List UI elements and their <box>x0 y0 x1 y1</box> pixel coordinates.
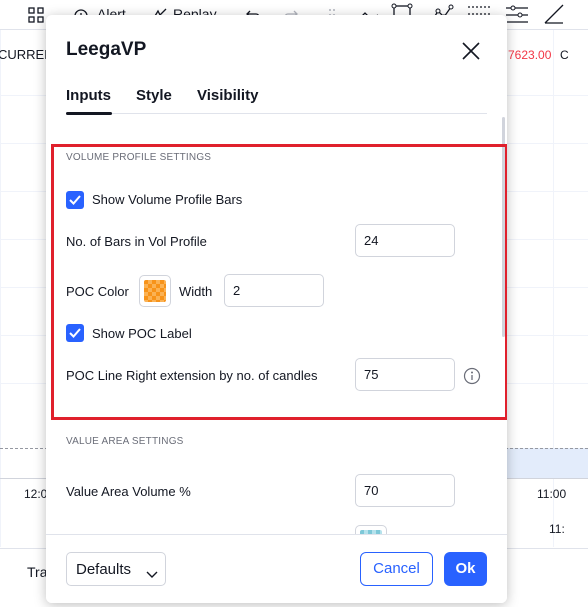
price-label: 7623.00 <box>508 48 552 62</box>
defaults-label: Defaults <box>76 561 132 578</box>
price-label-right: C <box>560 48 569 62</box>
time-axis-label: 12:0 <box>24 487 48 501</box>
cancel-button[interactable]: Cancel <box>360 552 433 586</box>
tab-visibility[interactable]: Visibility <box>197 87 258 104</box>
bottom-tab[interactable]: Tra <box>27 564 47 580</box>
defaults-dropdown[interactable]: Defaults <box>66 552 166 586</box>
value-area-volume-label: Value Area Volume % <box>66 484 191 499</box>
section-title-value-area: VALUE AREA SETTINGS <box>66 436 184 447</box>
chevron-down-icon <box>146 566 158 584</box>
ok-button[interactable]: Ok <box>444 552 487 586</box>
tab-inputs[interactable]: Inputs <box>66 87 111 104</box>
highlight-box <box>51 144 507 420</box>
tab-divider <box>66 113 487 114</box>
active-tab-indicator <box>66 112 112 115</box>
dialog-title: LeegaVP <box>66 39 147 60</box>
value-area-volume-input[interactable] <box>355 474 455 507</box>
time-axis-label: 11: <box>549 522 565 536</box>
measure-tool-icon[interactable] <box>543 3 567 25</box>
chart-volume-area <box>507 448 588 478</box>
close-icon[interactable] <box>459 39 483 63</box>
settings-lines-tool-icon[interactable] <box>505 4 529 26</box>
tab-style[interactable]: Style <box>136 87 172 104</box>
indicator-settings-dialog: LeegaVP Inputs Style Visibility VOLUME P… <box>46 15 507 603</box>
dialog-footer: Defaults Cancel Ok <box>46 534 507 603</box>
layout-grid-icon[interactable] <box>28 7 44 23</box>
time-axis-label: 11:00 <box>537 487 567 501</box>
